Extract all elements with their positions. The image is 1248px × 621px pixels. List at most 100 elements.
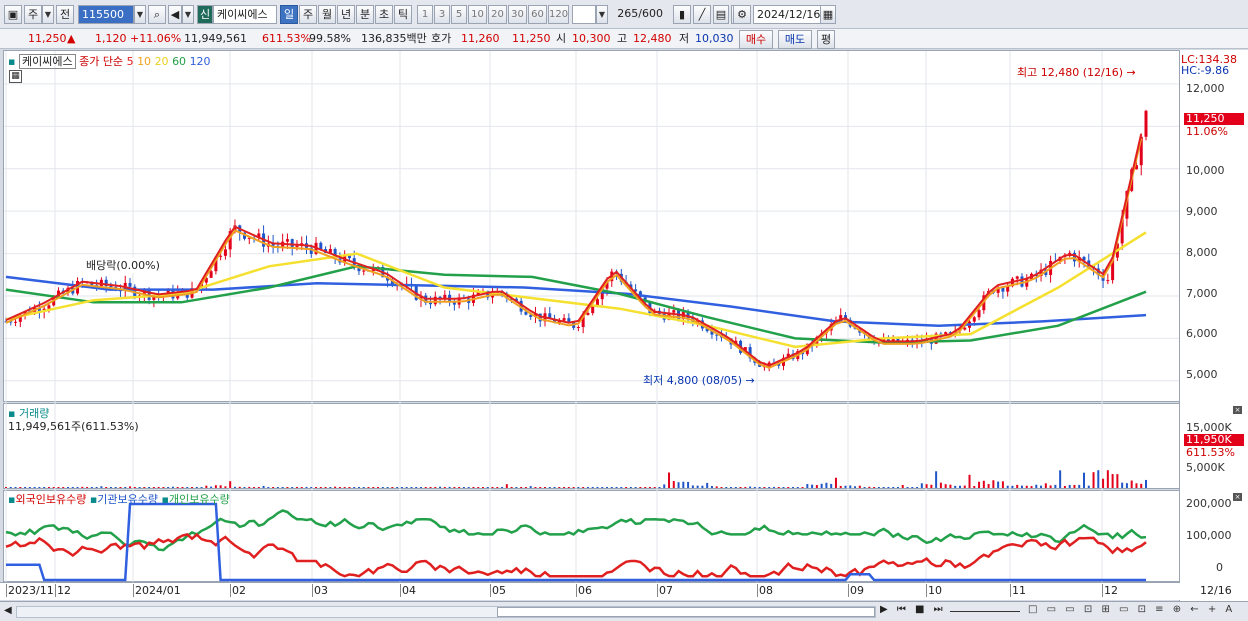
low-value: 10,030: [695, 32, 734, 45]
tab-2[interactable]: 월: [318, 5, 336, 24]
x-last-date: 12/16: [1200, 584, 1232, 597]
bottom-bar: ◀ ▶ ⏮ ■ ⏭ □ ▭ ▭ ⊡ ⊞ ▭ ⊡ ≡ ⊕ ← + A: [0, 601, 1248, 621]
x-label: 04: [400, 584, 416, 597]
volume-value-label: 11,949,561주(611.53%): [8, 420, 139, 433]
y-tick: 8,000: [1186, 246, 1218, 259]
code-dropdown-icon[interactable]: ▼: [134, 5, 146, 24]
x-label: 09: [848, 584, 864, 597]
interval-60[interactable]: 60: [528, 5, 547, 24]
low-label: 저: [679, 32, 690, 45]
new-badge[interactable]: 신: [197, 5, 213, 24]
price-panel[interactable]: [3, 50, 1180, 402]
x-label: 10: [926, 584, 942, 597]
interval-30[interactable]: 30: [508, 5, 527, 24]
individual-label: 개인보유수량: [168, 493, 230, 506]
interval-20[interactable]: 20: [488, 5, 507, 24]
calendar-icon[interactable]: ▦: [820, 5, 836, 24]
change-percent: +11.06%: [130, 32, 182, 45]
trade-amount: 136,835백만: [361, 32, 427, 45]
high-value: 12,480: [633, 32, 672, 45]
x-label: 07: [657, 584, 673, 597]
count-max: /600: [638, 7, 663, 20]
draw-tool-icon[interactable]: ╱: [693, 5, 711, 24]
zoom-slider[interactable]: [950, 611, 1020, 612]
tab-6[interactable]: 틱: [394, 5, 412, 24]
scroll-thumb[interactable]: [497, 607, 875, 617]
open-value: 10,300: [572, 32, 611, 45]
foreign-label: 외국인보유수량: [15, 493, 87, 506]
save-icon[interactable]: ▤: [713, 5, 729, 24]
ma-label: 종가 단순: [79, 55, 124, 68]
tab-1[interactable]: 주: [299, 5, 317, 24]
interval-120[interactable]: 120: [548, 5, 569, 24]
x-label: 05: [490, 584, 506, 597]
count-display[interactable]: 265/600: [612, 5, 666, 24]
window-icon[interactable]: ▣: [4, 5, 22, 24]
grid-icon[interactable]: ▦: [9, 70, 22, 83]
speaker-icon[interactable]: ◀: [168, 5, 182, 24]
tool-icons[interactable]: □ ▭ ▭ ⊡ ⊞ ▭ ⊡ ≡ ⊕ ← + A: [1028, 604, 1235, 615]
holder-tick: 100,000: [1186, 529, 1232, 542]
hc-label: HC:-9.86: [1181, 64, 1230, 77]
period-select[interactable]: 주: [24, 5, 42, 24]
turnover-rate: 99.58%: [309, 32, 351, 45]
volume-tag: 11,950K: [1184, 434, 1244, 446]
x-label: 12: [55, 584, 71, 597]
y-tick: 5,000: [1186, 368, 1218, 381]
avg-button[interactable]: 평: [817, 30, 835, 49]
tab-4[interactable]: 분: [356, 5, 374, 24]
search-icon[interactable]: ⌕: [148, 5, 166, 24]
vol-tick: 5,000K: [1186, 461, 1225, 474]
volume-ratio: 611.53%: [262, 32, 311, 45]
x-label: 08: [757, 584, 773, 597]
sell-button[interactable]: 매도: [778, 30, 812, 49]
close-icon[interactable]: ×: [1233, 493, 1242, 501]
playback-controls[interactable]: ▶ ⏮ ■ ⏭: [880, 604, 946, 615]
quote-bar: 11,250 ▲ 1,120 +11.06% 11,949,561 611.53…: [0, 29, 1248, 49]
low-note: 최저 4,800 (08/05) →: [643, 374, 755, 387]
code-input[interactable]: 115500: [78, 5, 134, 24]
close-icon[interactable]: ×: [1233, 406, 1242, 414]
tab-0[interactable]: 일: [280, 5, 298, 24]
volume-panel[interactable]: [3, 403, 1180, 489]
gear-icon[interactable]: ⚙: [733, 5, 751, 24]
speaker-dropdown-icon[interactable]: ▼: [182, 5, 194, 24]
ma20-label: 20: [154, 55, 169, 68]
x-label: 03: [312, 584, 328, 597]
interval-input[interactable]: [572, 5, 596, 24]
interval-1[interactable]: 1: [417, 5, 433, 24]
buy-button[interactable]: 매수: [739, 30, 773, 49]
change-value: 1,120: [95, 32, 127, 45]
volume-pct-tag: 611.53%: [1186, 446, 1235, 459]
candle-type-icon[interactable]: ▮: [673, 5, 691, 24]
up-arrow-icon: ▲: [67, 32, 76, 45]
prev-button[interactable]: 전: [56, 5, 74, 24]
scroll-left-icon[interactable]: ◀: [4, 605, 12, 616]
holder-legend: ▪외국인보유수량 ▪기관보유수량 ▪개인보유수량: [8, 493, 230, 506]
stock-name: 케이씨에스: [213, 5, 277, 24]
interval-10[interactable]: 10: [468, 5, 487, 24]
holder-tick: 0: [1216, 561, 1223, 574]
x-label: 2023/11: [6, 584, 54, 597]
chevron-down-icon[interactable]: ▼: [42, 5, 54, 24]
x-axis: 2023/11 12 2024/01 02 03 04 05 06 07 08 09 10 11 12: [0, 582, 1180, 600]
toolbar: ▣ 주 ▼ 전 115500 ▼ ⌕ ◀ ▼ 신 케이씨에스 일주월년분초틱 1…: [0, 0, 1248, 29]
volume-value: 11,949,561: [184, 32, 247, 45]
scrollbar[interactable]: [16, 606, 876, 618]
stock-label: 케이씨에스: [18, 54, 76, 69]
hoga-label: 호가: [431, 32, 452, 45]
date-input[interactable]: 2024/12/16: [753, 5, 823, 24]
tab-3[interactable]: 년: [337, 5, 355, 24]
legend-marker: ▪: [8, 55, 16, 68]
low-note-text: 최저 4,800 (08/05): [643, 374, 743, 387]
current-pct-tag: 11.06%: [1186, 125, 1228, 138]
interval-3[interactable]: 3: [434, 5, 450, 24]
interval-5[interactable]: 5: [451, 5, 467, 24]
interval-dropdown-icon[interactable]: ▼: [596, 5, 608, 24]
ma10-label: 10: [137, 55, 152, 68]
x-label: 11: [1010, 584, 1026, 597]
hoga-bid: 11,250: [512, 32, 551, 45]
tab-5[interactable]: 초: [375, 5, 393, 24]
x-label: 12: [1102, 584, 1118, 597]
y-tick: 7,000: [1186, 287, 1218, 300]
